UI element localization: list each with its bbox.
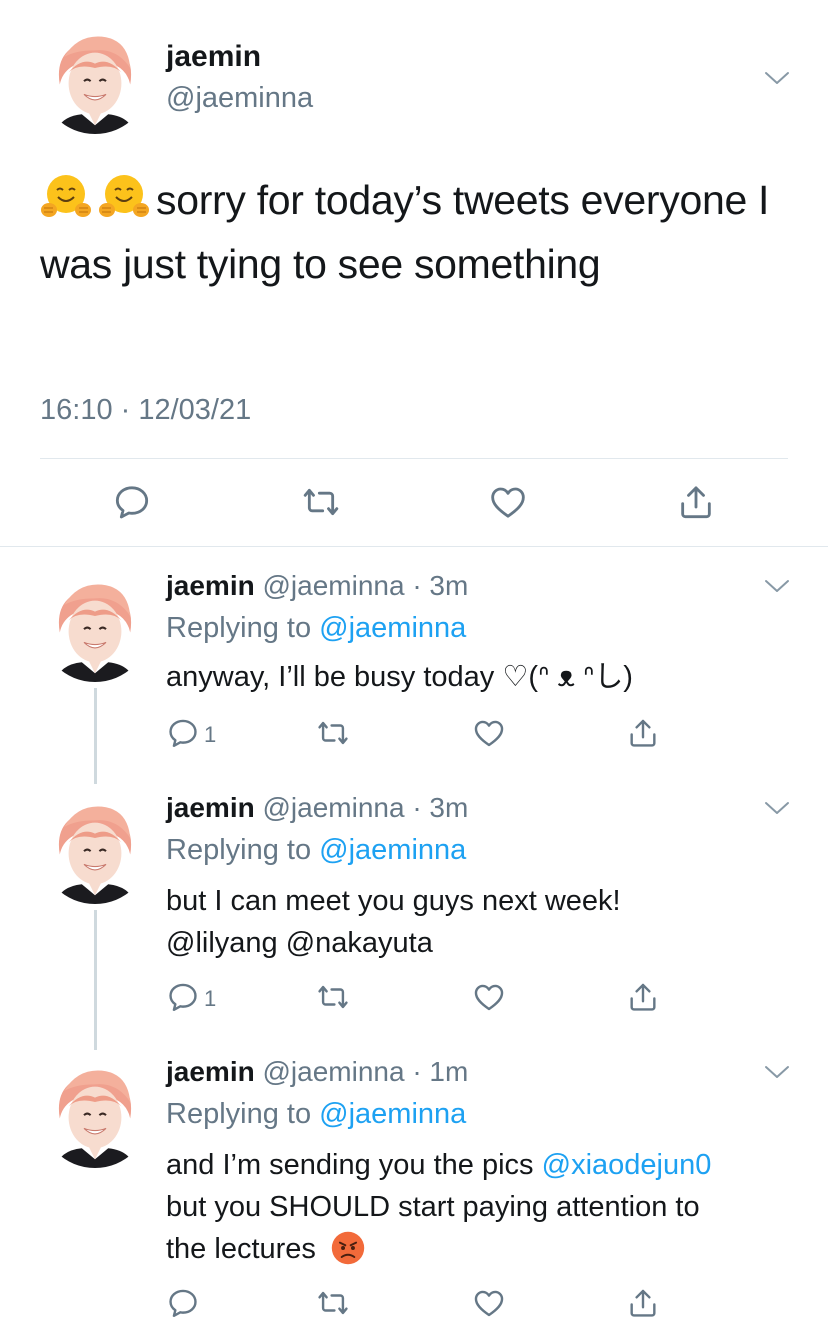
thread-line — [94, 688, 97, 784]
reply-icon[interactable] — [112, 482, 152, 522]
reply-text: but I can meet you guys next week! — [166, 885, 621, 917]
like-icon[interactable] — [472, 1286, 506, 1320]
reply-avatar[interactable] — [40, 794, 150, 904]
reply-mentions[interactable]: @lilyang @nakayuta — [166, 922, 433, 964]
like-icon[interactable] — [472, 980, 506, 1014]
share-icon[interactable] — [626, 980, 660, 1014]
replying-to-label: Replying to — [166, 1098, 312, 1130]
reply-header: jaemin @jaeminna · 3m — [166, 570, 468, 602]
reply-age: · 3m — [412, 792, 469, 823]
replying-to: Replying to @jaeminna — [166, 834, 466, 867]
replying-to-link[interactable]: @jaeminna — [319, 1098, 466, 1130]
reply-text-line2: but you SHOULD start paying attention to — [166, 1191, 700, 1223]
replying-to-label: Replying to — [166, 834, 312, 866]
reply-age: · 1m — [412, 1056, 469, 1087]
retweet-icon[interactable] — [316, 1286, 350, 1320]
reply-display-name[interactable]: jaemin — [166, 570, 255, 601]
reply-text-line3-body: the lectures — [166, 1233, 316, 1265]
reply-text-line3: the lectures — [166, 1228, 366, 1278]
reply-count: 1 — [204, 722, 217, 747]
replying-to-link[interactable]: @jaeminna — [319, 612, 466, 644]
hugging-face-emoji-icon — [98, 172, 150, 220]
thread-line — [94, 910, 97, 1050]
reply-handle[interactable]: @jaeminna — [262, 792, 404, 823]
reply-handle[interactable]: @jaeminna — [262, 570, 404, 601]
divider — [40, 458, 788, 459]
reply-display-name[interactable]: jaemin — [166, 1056, 255, 1087]
like-icon[interactable] — [472, 716, 506, 750]
reply-display-name[interactable]: jaemin — [166, 792, 255, 823]
replying-to: Replying to @jaeminna — [166, 612, 466, 645]
main-avatar[interactable] — [40, 24, 150, 134]
chevron-down-icon[interactable] — [762, 1062, 792, 1082]
hugging-face-emoji-icon — [40, 172, 92, 220]
reply-count: 1 — [204, 986, 217, 1011]
reply-handle[interactable]: @jaeminna — [262, 1056, 404, 1087]
chevron-down-icon[interactable] — [762, 798, 792, 818]
replying-to-label: Replying to — [166, 612, 312, 644]
share-icon[interactable] — [626, 1286, 660, 1320]
chevron-down-icon[interactable] — [762, 576, 792, 596]
like-icon[interactable] — [488, 482, 528, 522]
chevron-down-icon[interactable] — [762, 68, 792, 88]
reply-icon[interactable] — [166, 980, 200, 1014]
divider — [0, 546, 828, 547]
replying-to-link[interactable]: @jaeminna — [319, 834, 466, 866]
reply-text-line1: and I’m sending you the pics — [166, 1149, 534, 1181]
main-tweet-text: sorry for today’s tweets everyone I was … — [40, 168, 780, 296]
retweet-icon[interactable] — [316, 716, 350, 750]
reply-text: anyway, I’ll be busy today ♡(ᐢ ᴥ ᐢし) — [166, 661, 633, 693]
angry-face-emoji-icon — [330, 1230, 366, 1278]
retweet-icon[interactable] — [301, 482, 341, 522]
reply-avatar[interactable] — [40, 572, 150, 682]
share-icon[interactable] — [676, 482, 716, 522]
reply-header: jaemin @jaeminna · 1m — [166, 1056, 468, 1088]
reply-text: and I’m sending you the pics @xiaodejun0 — [166, 1144, 711, 1186]
retweet-icon[interactable] — [316, 980, 350, 1014]
reply-age: · 3m — [412, 570, 469, 601]
reply-icon[interactable] — [166, 1286, 200, 1320]
main-display-name[interactable]: jaemin — [166, 40, 261, 74]
tweet-timestamp[interactable]: 16:10 · 12/03/21 — [40, 394, 251, 427]
reply-icon[interactable] — [166, 716, 200, 750]
reply-avatar[interactable] — [40, 1058, 150, 1168]
share-icon[interactable] — [626, 716, 660, 750]
replying-to: Replying to @jaeminna — [166, 1098, 466, 1131]
main-handle[interactable]: @jaeminna — [166, 82, 313, 115]
reply-header: jaemin @jaeminna · 3m — [166, 792, 468, 824]
reply-mention[interactable]: @xiaodejun0 — [542, 1149, 712, 1181]
